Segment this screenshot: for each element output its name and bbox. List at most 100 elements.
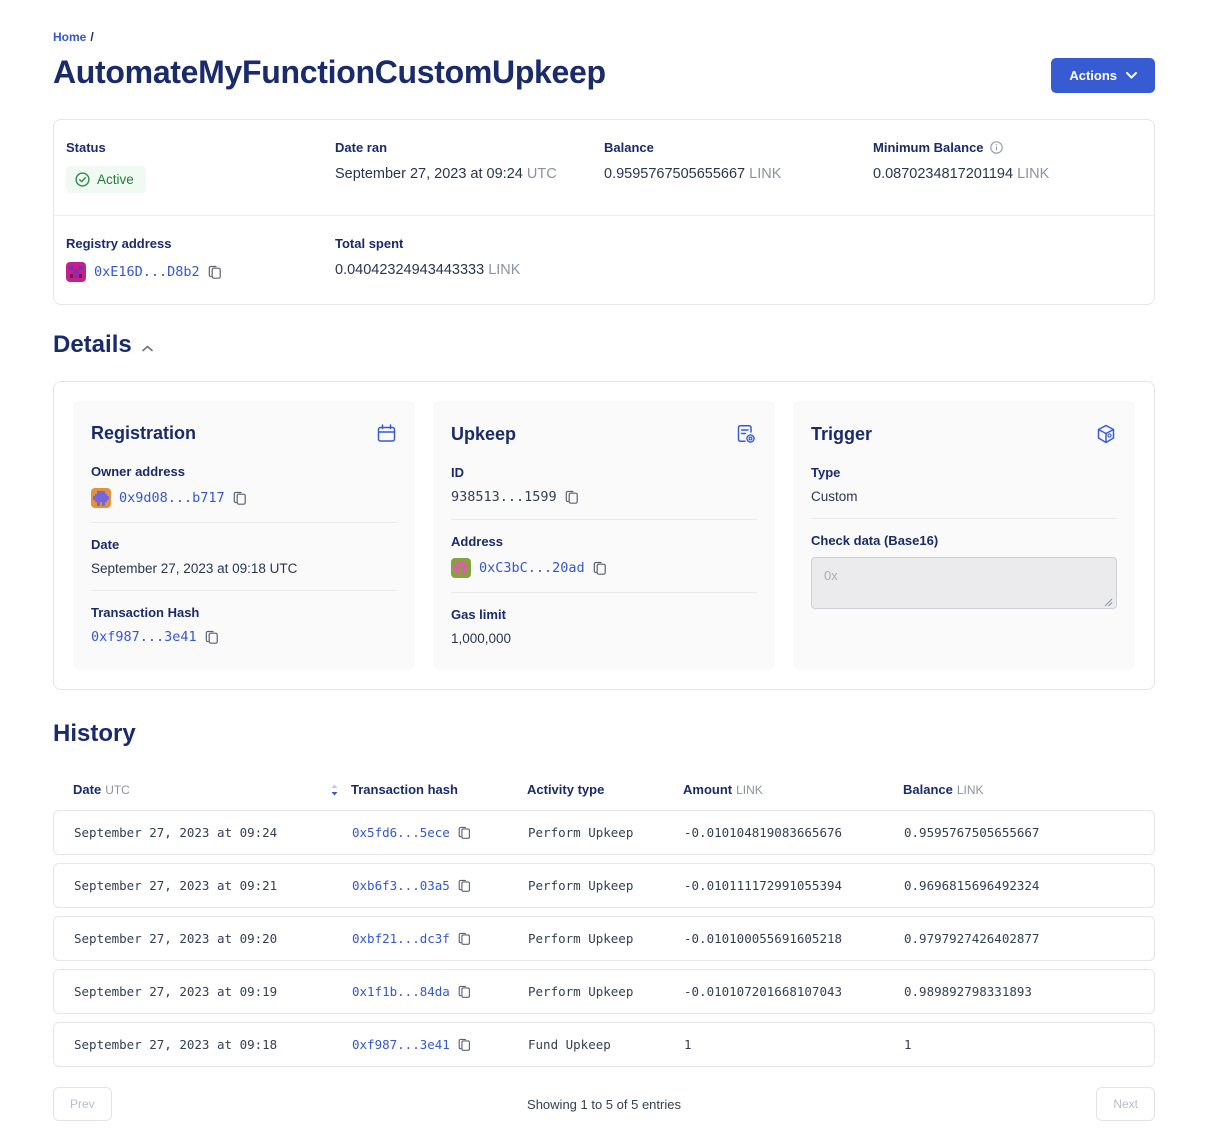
row-activity-cell: Perform Upkeep (528, 825, 684, 840)
table-row: September 27, 2023 at 09:24 0x5fd6...5ec… (53, 810, 1155, 855)
registration-date-group: Date September 27, 2023 at 09:18 UTC (91, 522, 397, 590)
breadcrumb-home-link[interactable]: Home (53, 30, 86, 44)
collapse-caret-icon[interactable] (142, 345, 153, 352)
owner-address-group: Owner address 0x9d08...b717 (91, 462, 397, 522)
row-balance-cell: 0.9696815696492324 (904, 878, 1154, 893)
check-data-group: Check data (Base16) (811, 518, 1117, 618)
min-balance-label: Minimum Balance (873, 140, 984, 155)
row-amount-cell: -0.010107201668107043 (684, 984, 904, 999)
row-activity-cell: Perform Upkeep (528, 931, 684, 946)
gas-limit-label: Gas limit (451, 607, 757, 622)
row-date-cell: September 27, 2023 at 09:20 (74, 931, 352, 946)
trigger-title: Trigger (811, 424, 872, 445)
upkeep-blockie-avatar (451, 558, 471, 578)
breadcrumb-separator: / (90, 30, 93, 44)
calendar-icon (376, 423, 397, 444)
cube-icon (1095, 423, 1117, 445)
row-date-cell: September 27, 2023 at 09:21 (74, 878, 352, 893)
row-activity-cell: Fund Upkeep (528, 1037, 684, 1052)
row-activity-cell: Perform Upkeep (528, 878, 684, 893)
copy-icon[interactable] (458, 985, 472, 999)
page: Home/ AutomateMyFunctionCustomUpkeep Act… (0, 0, 1208, 1141)
column-header-activity[interactable]: Activity type (527, 782, 683, 797)
column-header-hash[interactable]: Transaction hash (351, 782, 527, 797)
copy-icon[interactable] (565, 490, 580, 505)
amount-column-label: Amount (683, 782, 732, 797)
copy-icon[interactable] (458, 1038, 472, 1052)
date-ran-field: Date ran September 27, 2023 at 09:24 UTC (335, 140, 604, 193)
status-badge: Active (66, 166, 146, 193)
row-balance-cell: 0.989892798331893 (904, 984, 1154, 999)
owner-blockie-avatar (91, 488, 111, 508)
row-hash-link[interactable]: 0x1f1b...84da (352, 984, 450, 999)
row-hash-link[interactable]: 0xf987...3e41 (352, 1037, 450, 1052)
chevron-down-icon (1126, 72, 1137, 79)
copy-icon[interactable] (233, 491, 248, 506)
actions-button[interactable]: Actions (1051, 58, 1155, 93)
min-balance-suffix: LINK (1017, 166, 1049, 182)
sort-icon[interactable] (330, 784, 339, 796)
row-amount-cell: 1 (684, 1037, 904, 1052)
check-data-label: Check data (Base16) (811, 533, 1117, 548)
trigger-type-label: Type (811, 465, 1117, 480)
balance-field: Balance 0.9595767505655667 LINK (604, 140, 873, 193)
row-hash-link[interactable]: 0x5fd6...5ece (352, 825, 450, 840)
history-rows: September 27, 2023 at 09:24 0x5fd6...5ec… (53, 810, 1155, 1067)
row-balance-cell: 0.9595767505655667 (904, 825, 1154, 840)
row-balance-cell: 0.9797927426402877 (904, 931, 1154, 946)
table-row: September 27, 2023 at 09:19 0x1f1b...84d… (53, 969, 1155, 1014)
row-balance-cell: 1 (904, 1037, 1154, 1052)
row-date-cell: September 27, 2023 at 09:19 (74, 984, 352, 999)
trigger-card: Trigger Type Custom Check data (Base16) (793, 401, 1135, 670)
copy-icon[interactable] (593, 561, 608, 576)
balance-column-label: Balance (903, 782, 953, 797)
registration-date-value: September 27, 2023 at 09:18 UTC (91, 561, 397, 576)
column-header-amount[interactable]: AmountLINK (683, 782, 903, 797)
copy-icon[interactable] (458, 826, 472, 840)
transaction-hash-label: Transaction Hash (91, 605, 397, 620)
row-hash-link[interactable]: 0xb6f3...03a5 (352, 878, 450, 893)
history-heading: History (53, 720, 136, 748)
table-row: September 27, 2023 at 09:18 0xf987...3e4… (53, 1022, 1155, 1067)
column-header-balance[interactable]: Balance LINK (903, 782, 1155, 797)
gas-limit-value: 1,000,000 (451, 631, 757, 646)
check-data-textarea[interactable] (811, 557, 1117, 609)
min-balance-field: Minimum Balance 0.0870234817201194 LINK (873, 140, 1142, 193)
copy-icon[interactable] (205, 630, 220, 645)
status-field: Status Active (66, 140, 335, 193)
copy-icon[interactable] (458, 879, 472, 893)
check-circle-icon (75, 172, 90, 187)
details-heading: Details (53, 331, 132, 359)
upkeep-title: Upkeep (451, 424, 516, 445)
breadcrumb: Home / (53, 30, 1155, 44)
row-hash-link[interactable]: 0xbf21...dc3f (352, 931, 450, 946)
owner-address-link[interactable]: 0x9d08...b717 (119, 490, 225, 506)
trigger-type-group: Type Custom (811, 463, 1117, 518)
upkeep-id-value: 938513...1599 (451, 489, 557, 505)
registration-card: Registration Owner address 0x9d08...b717 (73, 401, 415, 670)
balance-column-suffix: LINK (957, 783, 984, 797)
prev-button[interactable]: Prev (53, 1087, 112, 1121)
row-date-cell: September 27, 2023 at 09:24 (74, 825, 352, 840)
registration-tx-link[interactable]: 0xf987...3e41 (91, 629, 197, 645)
summary-card: Status Active Date ran September 27, 202… (53, 119, 1155, 305)
document-gear-icon (735, 423, 757, 445)
column-header-date[interactable]: DateUTC (73, 782, 351, 797)
next-button[interactable]: Next (1096, 1087, 1155, 1121)
registry-address-link[interactable]: 0xE16D...D8b2 (94, 264, 200, 280)
table-row: September 27, 2023 at 09:21 0xb6f3...03a… (53, 863, 1155, 908)
row-amount-cell: -0.010111172991055394 (684, 878, 904, 893)
trigger-type-value: Custom (811, 489, 1117, 504)
hash-column-label: Transaction hash (351, 782, 458, 797)
copy-icon[interactable] (458, 932, 472, 946)
total-spent-field: Total spent 0.04042324943443333 LINK (335, 236, 604, 282)
upkeep-address-link[interactable]: 0xC3bC...20ad (479, 560, 585, 576)
date-ran-suffix: UTC (527, 166, 557, 182)
date-ran-value: September 27, 2023 at 09:24 (335, 166, 523, 182)
date-ran-label: Date ran (335, 140, 604, 155)
total-spent-label: Total spent (335, 236, 604, 251)
copy-icon[interactable] (208, 265, 223, 280)
registry-field: Registry address 0xE16D...D8b2 (66, 236, 335, 282)
upkeep-card: Upkeep ID 938513...1599 Address (433, 401, 775, 670)
info-icon[interactable] (990, 141, 1003, 154)
